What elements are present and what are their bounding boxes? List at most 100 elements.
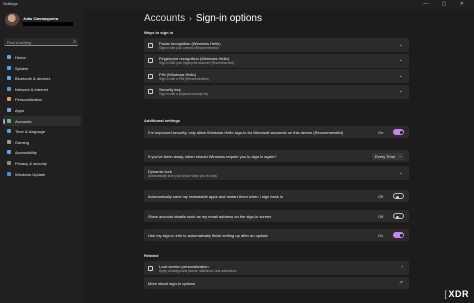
sidebar-item-label: Apps xyxy=(15,107,25,113)
chevron-down-icon[interactable]: ⌄ xyxy=(399,42,403,48)
key-icon xyxy=(148,89,153,94)
finish-setup-row: Use my sign-in info to automatically fin… xyxy=(144,229,409,241)
watermark-text: XDR xyxy=(448,289,469,299)
nav-icon xyxy=(7,150,11,155)
away-row: If you've been away, when should Windows… xyxy=(144,150,409,162)
sidebar-item-label: Time & language xyxy=(15,129,46,135)
sidebar-item-home[interactable]: Home xyxy=(3,52,81,63)
sidebar-item-bluetooth-devices[interactable]: Bluetooth & devices xyxy=(3,73,81,84)
sidebar-item-gaming[interactable]: Gaming xyxy=(3,137,81,148)
setting-label: For improved security, only allow Window… xyxy=(148,130,344,135)
sidebar-item-label: Personalization xyxy=(15,97,43,103)
chevron-right-icon[interactable]: › xyxy=(401,264,403,270)
facial-recognition-card[interactable]: Facial recognition (Windows Hello) Sign … xyxy=(144,38,409,52)
dynamic-lock-card[interactable]: Dynamic lock Automatically lock your dev… xyxy=(144,166,409,180)
restart-apps-toggle[interactable]: Off xyxy=(378,193,404,199)
sidebar-item-privacy-security[interactable]: Privacy & security xyxy=(3,158,81,169)
sidebar-item-label: Windows Update xyxy=(15,171,46,177)
sidebar-item-label: Network & internet xyxy=(15,86,48,92)
hello-only-toggle[interactable]: On xyxy=(378,129,404,135)
card-subtitle: Sign in with your camera (Recommended) xyxy=(159,45,219,50)
redacted-email xyxy=(23,22,73,26)
open-external-icon[interactable]: ↗ xyxy=(399,280,403,286)
setting-label: If you've been away, when should Windows… xyxy=(148,154,277,159)
sidebar-item-label: Accounts xyxy=(15,118,32,124)
pin-card[interactable]: PIN (Windows Hello) Sign in with a PIN (… xyxy=(144,69,409,83)
search-icon: ⌕ xyxy=(73,38,76,45)
main-content: Accounts › Sign-in options Ways to sign in… xyxy=(84,10,474,303)
sidebar-item-label: Bluetooth & devices xyxy=(15,76,51,82)
face-icon xyxy=(148,42,153,48)
sidebar-item-windows-update[interactable]: Windows Update xyxy=(3,169,81,180)
nav-icon xyxy=(7,139,11,144)
finish-setup-toggle[interactable]: On xyxy=(378,232,404,238)
pin-icon xyxy=(148,73,153,79)
nav-icon xyxy=(7,76,11,81)
sidebar-item-time-language[interactable]: Time & language xyxy=(3,126,81,137)
away-dropdown[interactable]: Every Time ⌄ xyxy=(372,152,404,160)
toggle-state: On xyxy=(378,232,384,238)
sidebar-item-accessibility[interactable]: Accessibility xyxy=(3,147,81,158)
nav-icon xyxy=(7,97,11,102)
sidebar-item-system[interactable]: System xyxy=(3,63,81,74)
nav-icon xyxy=(7,86,11,91)
link-label: More about sign-in options xyxy=(148,281,196,286)
user-name: João Carrasqueira xyxy=(23,16,59,21)
toggle-knob xyxy=(399,130,403,134)
sidebar-item-label: Privacy & security xyxy=(15,160,47,166)
sidebar-item-label: System xyxy=(15,65,29,71)
watermark-logo: [XDR xyxy=(444,289,469,299)
toggle-knob xyxy=(395,215,399,219)
fingerprint-card[interactable]: Fingerprint recognition (Windows Hello) … xyxy=(144,53,409,68)
sidebar-item-apps[interactable]: Apps xyxy=(3,105,81,116)
setting-label: Use my sign-in info to automatically fin… xyxy=(148,233,268,238)
more-about-link[interactable]: More about sign-in options ↗ xyxy=(144,277,409,289)
toggle-switch[interactable] xyxy=(393,232,404,238)
section-heading-ways: Ways to sign in xyxy=(144,30,174,35)
toggle-switch[interactable] xyxy=(393,129,404,135)
lockscreen-personalization-link[interactable]: Lock screen personalization Apply a back… xyxy=(144,261,409,275)
toggle-switch[interactable] xyxy=(393,213,404,219)
sidebar-item-personalization[interactable]: Personalization xyxy=(3,94,81,105)
sidebar-item-accounts[interactable]: Accounts xyxy=(3,115,81,127)
chevron-down-icon[interactable]: ⌄ xyxy=(399,88,403,94)
nav-icon xyxy=(7,118,11,123)
chevron-down-icon[interactable]: ⌄ xyxy=(399,170,403,176)
toggle-switch[interactable] xyxy=(393,193,404,199)
dropdown-value: Every Time xyxy=(375,153,396,159)
account-details-toggle[interactable]: Off xyxy=(378,213,404,219)
toggle-state: Off xyxy=(378,213,384,219)
chevron-down-icon[interactable]: ⌄ xyxy=(399,73,403,79)
setting-label: Automatically save my restartable apps a… xyxy=(148,194,283,199)
toggle-knob xyxy=(399,233,403,237)
nav-icon xyxy=(7,160,11,165)
sidebar: João Carrasqueira Find a setting ⌕ Home S… xyxy=(0,10,84,303)
page-title: Sign-in options xyxy=(195,13,262,24)
hello-only-row: For improved security, only allow Window… xyxy=(144,126,409,138)
setting-label: Show account details such as my email ad… xyxy=(148,214,272,219)
window-controls[interactable]: — ▢ ✕ xyxy=(423,1,470,7)
card-subtitle: Sign in with your fingerprint scanner (R… xyxy=(159,61,235,65)
title-bar: Settings — ▢ ✕ xyxy=(0,0,474,10)
nav-icon xyxy=(7,171,11,176)
chevron-down-icon: ⌄ xyxy=(398,153,402,158)
sidebar-item-label: Home xyxy=(15,55,26,60)
section-heading-related: Related xyxy=(144,253,159,258)
card-subtitle: Sign in with a physical security key xyxy=(159,92,209,96)
account-details-row: Show account details such as my email ad… xyxy=(144,210,409,222)
search-input[interactable]: Find a setting ⌕ xyxy=(4,38,78,46)
search-placeholder: Find a setting xyxy=(7,39,32,45)
security-key-card[interactable]: Security key Sign in with a physical sec… xyxy=(144,84,409,99)
sidebar-item-network-internet[interactable]: Network & internet xyxy=(3,84,81,95)
toggle-state: On xyxy=(378,129,384,135)
app-title: Settings xyxy=(3,1,18,6)
nav-icon xyxy=(7,65,11,70)
restart-apps-row: Automatically save my restartable apps a… xyxy=(144,190,409,202)
sidebar-item-label: Gaming xyxy=(15,139,30,145)
chevron-down-icon[interactable]: ⌄ xyxy=(399,57,403,63)
nav-icon xyxy=(7,129,11,134)
toggle-knob xyxy=(395,195,399,199)
avatar xyxy=(5,13,20,28)
sidebar-nav: Home System Bluetooth & devices Network & i… xyxy=(3,52,81,179)
breadcrumb-parent[interactable]: Accounts xyxy=(144,13,185,24)
